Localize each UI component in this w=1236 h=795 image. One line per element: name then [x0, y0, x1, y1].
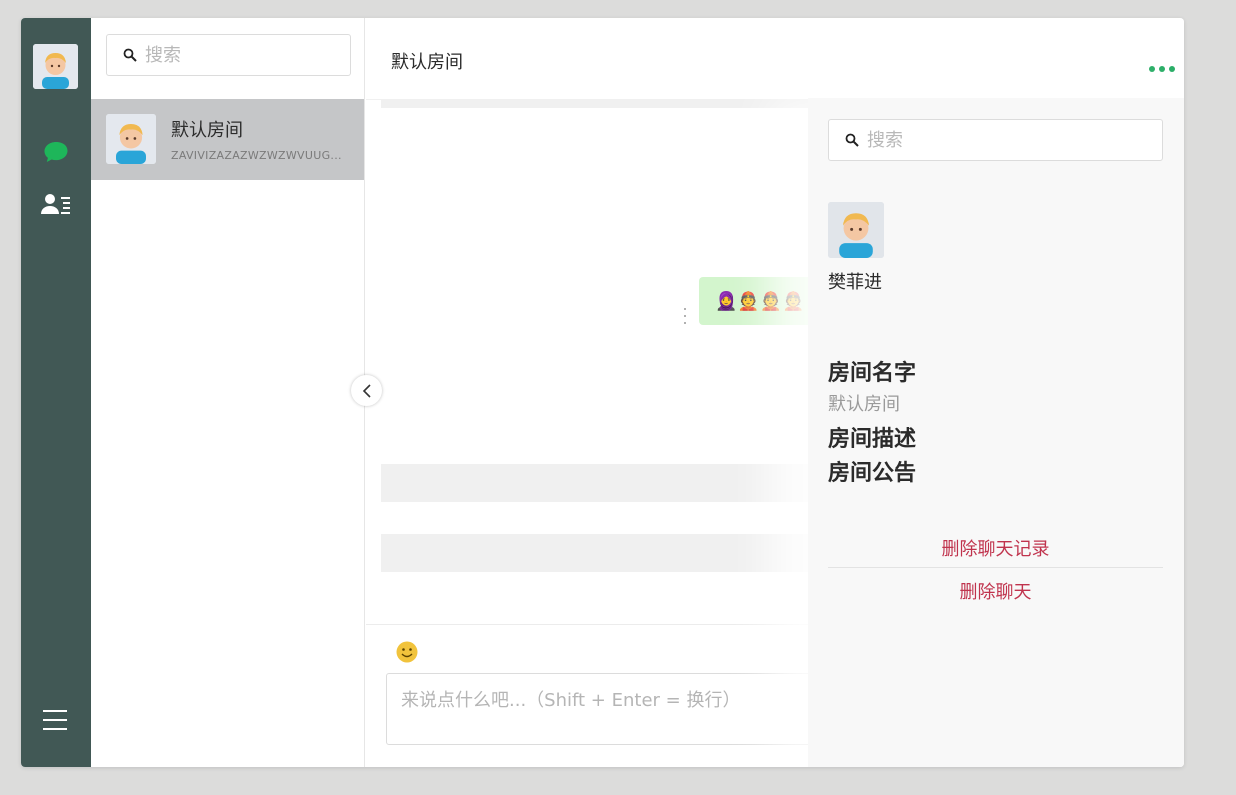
avatar-image-icon	[106, 114, 156, 164]
room-name: 默认房间	[171, 120, 243, 141]
emoji-icon[interactable]	[396, 641, 418, 663]
room-description-label[interactable]: 房间描述	[828, 421, 916, 453]
menu-icon[interactable]	[41, 706, 71, 736]
room-search[interactable]	[106, 34, 351, 76]
chat-header: 默认房间	[366, 18, 1184, 100]
member-search-input[interactable]	[867, 129, 1047, 151]
avatar-image-icon	[33, 44, 78, 89]
room-last-message: ZAVIVIZAZAZWZWZWVUUG...	[171, 149, 342, 162]
contacts-icon[interactable]	[41, 189, 71, 219]
search-icon	[123, 48, 137, 62]
room-name-label: 房间名字	[828, 361, 917, 386]
member-search[interactable]	[828, 119, 1163, 161]
chat-bubble-icon[interactable]	[41, 137, 71, 167]
room-list-item[interactable]: 默认房间 ZAVIVIZAZAZWZWZWVUUG...	[91, 99, 364, 180]
clear-history-button[interactable]: 删除聊天记录	[828, 535, 1163, 561]
divider	[828, 567, 1163, 568]
room-avatar	[106, 114, 156, 164]
chevron-left-icon	[362, 383, 371, 398]
member-name: 樊菲进	[828, 272, 882, 293]
collapse-list-button[interactable]	[351, 375, 382, 406]
room-search-input[interactable]	[145, 44, 325, 66]
room-notice-label[interactable]: 房间公告	[828, 455, 916, 487]
room-list-pane: 默认房间 ZAVIVIZAZAZWZWZWVUUG...	[91, 18, 365, 767]
search-icon	[845, 133, 859, 147]
avatar-image-icon	[828, 202, 884, 258]
chat-app-window: 默认房间 ZAVIVIZAZAZWZWZWVUUG... 默认房间 用户樊菲进加…	[21, 18, 1184, 767]
room-info-panel: 樊菲进 房间名字 默认房间 房间描述 房间公告 删除聊天记录 删除聊天	[808, 98, 1184, 767]
delete-chat-button[interactable]: 删除聊天	[828, 578, 1163, 604]
more-options-icon[interactable]	[1144, 62, 1180, 76]
chat-title: 默认房间	[391, 52, 463, 73]
nav-rail	[21, 18, 91, 767]
room-name-value[interactable]: 默认房间	[828, 390, 900, 416]
message-menu-icon[interactable]	[682, 308, 688, 324]
user-avatar[interactable]	[33, 44, 78, 89]
member-avatar[interactable]	[828, 202, 884, 258]
